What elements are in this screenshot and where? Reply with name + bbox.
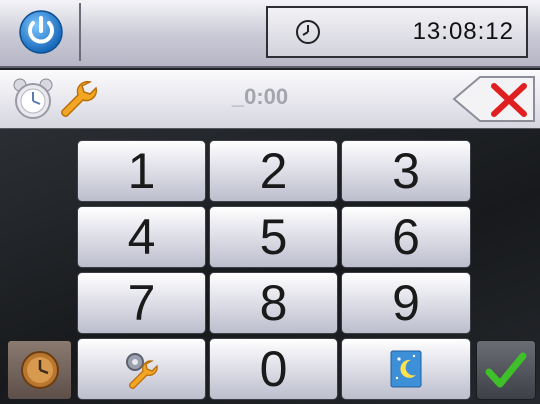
key-7[interactable]: 7: [77, 272, 206, 334]
alarm-clock-icon: [13, 78, 53, 119]
moon-stars-icon: [390, 350, 422, 388]
entry-mode-icons: [10, 76, 110, 122]
checkmark-icon: [485, 352, 527, 388]
top-bar: 13:08:12: [0, 0, 540, 68]
power-button[interactable]: [3, 3, 81, 61]
key-6[interactable]: 6: [341, 206, 471, 268]
entry-value: _0:00: [231, 84, 289, 109]
key-0[interactable]: 0: [209, 338, 338, 400]
key-8[interactable]: 8: [209, 272, 338, 334]
power-icon: [19, 10, 63, 54]
keypad-screen: 13:08:12 _0:00 1 2 3 4 5 6 7 8 9 0: [0, 0, 540, 404]
key-1[interactable]: 1: [77, 140, 206, 202]
key-9[interactable]: 9: [341, 272, 471, 334]
clock-settings-button[interactable]: [7, 340, 72, 400]
clock-settings-icon: [20, 351, 59, 389]
clock-display: 13:08:12: [266, 6, 528, 58]
key-5[interactable]: 5: [209, 206, 338, 268]
clock-icon: [296, 20, 320, 44]
key-3[interactable]: 3: [341, 140, 471, 202]
confirm-button[interactable]: [476, 340, 536, 400]
settings-key[interactable]: [77, 338, 206, 400]
key-4[interactable]: 4: [77, 206, 206, 268]
night-mode-key[interactable]: [341, 338, 471, 400]
wrench-icon: [61, 80, 98, 117]
entry-bar: _0:00: [0, 70, 540, 129]
wrench-gear-icon: [125, 353, 158, 389]
clear-button[interactable]: [450, 74, 536, 124]
current-time: 13:08:12: [412, 18, 514, 45]
key-2[interactable]: 2: [209, 140, 338, 202]
backspace-x-icon: [452, 76, 535, 122]
